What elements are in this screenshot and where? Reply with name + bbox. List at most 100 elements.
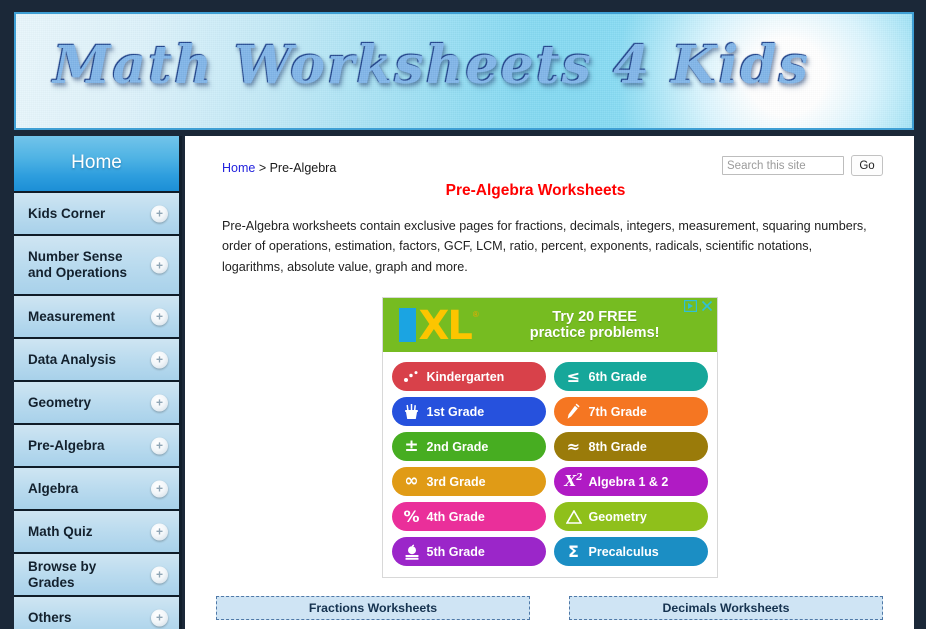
sidebar-item-geometry[interactable]: Geometry + xyxy=(14,382,179,425)
ad-grade-button-2nd-grade[interactable]: ±2nd Grade xyxy=(391,432,546,462)
breadcrumb: Home > Pre-Algebra xyxy=(222,161,336,175)
search-go-button[interactable]: Go xyxy=(851,155,883,176)
close-icon[interactable] xyxy=(700,299,715,313)
registered-trademark-icon: ® xyxy=(472,310,479,320)
worksheet-section-fractions-worksheets: Fractions WorksheetsIdentify, arrange, a… xyxy=(216,596,530,629)
expand-plus-icon[interactable]: + xyxy=(151,523,168,540)
site-header-banner: Math Worksheets 4 Kids xyxy=(14,12,914,130)
page-title: Pre-Algebra Worksheets xyxy=(445,182,626,199)
ad-grade-button-kindergarten[interactable]: Kindergarten xyxy=(391,362,546,392)
content-topbar: Home > Pre-Algebra Go xyxy=(185,136,914,182)
sidebar-item-label: Geometry xyxy=(28,394,92,410)
ad-grade-label: 3rd Grade xyxy=(426,474,486,489)
advertisement-block[interactable]: XL ® Try 20 FREE practice problems! Kind… xyxy=(381,297,718,579)
ad-grade-label: 5th Grade xyxy=(426,544,485,559)
sidebar-item-home[interactable]: Home xyxy=(14,136,179,193)
ad-grade-button-4th-grade[interactable]: % 4th Grade xyxy=(391,502,546,532)
worksheet-category-columns: Fractions WorksheetsIdentify, arrange, a… xyxy=(185,578,914,629)
percent-icon: % xyxy=(403,506,420,526)
apple-books-icon xyxy=(401,544,423,560)
sidebar-item-label: Browse by Grades xyxy=(28,558,97,590)
ad-grade-column-left: Kindergarten 1st Grade ±2nd Grade ∞ 3rd Grad… xyxy=(391,362,546,567)
ixl-letter-i xyxy=(398,308,416,343)
sidebar-item-browse-by-grades[interactable]: Browse by Grades + xyxy=(14,554,179,597)
sidebar-item-label: Number Sense and Operations xyxy=(28,249,128,280)
ad-grade-column-right: ≤6th Grade 7th Grade ≈8th Grade X2 Algebra 1… xyxy=(553,362,708,567)
dots-icon xyxy=(401,370,423,384)
expand-plus-icon[interactable]: + xyxy=(151,308,168,325)
ad-grade-button-precalculus[interactable]: Σ Precalculus xyxy=(553,537,708,567)
ad-grade-button-6th-grade[interactable]: ≤6th Grade xyxy=(553,362,708,392)
pencil-icon xyxy=(563,403,585,420)
ad-grade-button-5th-grade[interactable]: 5th Grade xyxy=(391,537,546,567)
breadcrumb-home-link[interactable]: Home xyxy=(222,161,255,175)
expand-plus-icon[interactable]: + xyxy=(151,609,168,626)
sidebar-item-label: Algebra xyxy=(28,480,79,496)
expand-plus-icon[interactable]: + xyxy=(151,437,168,454)
ixl-logo: XL ® xyxy=(398,303,479,350)
ad-grade-label: Geometry xyxy=(588,509,647,524)
ad-grade-label: 4th Grade xyxy=(426,509,485,524)
ad-tagline: Try 20 FREE practice problems! xyxy=(479,309,717,342)
breadcrumb-separator: > xyxy=(255,161,270,175)
ad-tagline-line2: practice problems! xyxy=(529,325,660,342)
expand-plus-icon[interactable]: + xyxy=(151,480,168,497)
section-header[interactable]: Fractions Worksheets xyxy=(216,596,530,621)
sidebar-navigation: Home Kids Corner + Number Sense and Operati… xyxy=(14,136,182,629)
sidebar-item-algebra[interactable]: Algebra + xyxy=(14,468,179,511)
site-search: Go xyxy=(722,155,883,176)
ad-grade-label: Kindergarten xyxy=(426,369,505,384)
sidebar-item-kids-corner[interactable]: Kids Corner + xyxy=(14,193,179,236)
ad-controls xyxy=(683,299,715,313)
sidebar-item-others[interactable]: Others + xyxy=(14,597,179,629)
plus-minus-icon: ± xyxy=(404,436,419,457)
infinity-icon: ∞ xyxy=(404,471,419,492)
sidebar-item-label: Kids Corner xyxy=(28,205,106,221)
ad-grade-button-1st-grade[interactable]: 1st Grade xyxy=(391,397,546,427)
ad-grade-button-geometry[interactable]: Geometry xyxy=(553,502,708,532)
search-input[interactable] xyxy=(722,156,844,175)
expand-plus-icon[interactable]: + xyxy=(151,394,168,411)
sidebar-item-label: Others xyxy=(28,609,72,625)
approximately-equal-icon: ≈ xyxy=(566,436,581,456)
sidebar-item-data-analysis[interactable]: Data Analysis + xyxy=(14,339,179,382)
ad-grade-button-7th-grade[interactable]: 7th Grade xyxy=(553,397,708,427)
ad-tagline-line1: Try 20 FREE xyxy=(552,308,637,325)
sigma-icon: Σ xyxy=(568,541,579,561)
ad-grade-label: Algebra 1 & 2 xyxy=(588,474,669,489)
ad-header: XL ® Try 20 FREE practice problems! xyxy=(382,298,717,353)
site-logo: Math Worksheets 4 Kids xyxy=(52,34,809,95)
main-content: Home > Pre-Algebra Go Pre-Algebra Worksh… xyxy=(185,136,914,629)
ad-grade-grid: Kindergarten 1st Grade ±2nd Grade ∞ 3rd Grad… xyxy=(382,352,717,578)
ad-grade-label: 2nd Grade xyxy=(426,439,489,454)
ad-grade-label: 1st Grade xyxy=(426,404,485,419)
triangle-icon xyxy=(563,509,585,524)
worksheet-section-decimals-worksheets: Decimals WorksheetsNumber names, orderin… xyxy=(569,596,883,629)
ad-grade-button-algebra-1-2[interactable]: X2 Algebra 1 & 2 xyxy=(553,467,708,497)
ad-grade-label: Precalculus xyxy=(588,544,659,559)
expand-plus-icon[interactable]: + xyxy=(151,256,168,274)
pencil-cup-icon xyxy=(401,403,423,420)
ad-grade-label: 6th Grade xyxy=(588,369,647,384)
section-header[interactable]: Decimals Worksheets xyxy=(569,596,883,621)
sidebar-item-label: Home xyxy=(71,152,122,174)
ad-grade-label: 8th Grade xyxy=(588,439,647,454)
sidebar-item-label: Pre-Algebra xyxy=(28,437,105,453)
sidebar-item-pre-algebra[interactable]: Pre-Algebra + xyxy=(14,425,179,468)
ad-grade-button-8th-grade[interactable]: ≈8th Grade xyxy=(553,432,708,462)
expand-plus-icon[interactable]: + xyxy=(151,205,168,222)
ad-grade-button-3rd-grade[interactable]: ∞ 3rd Grade xyxy=(391,467,546,497)
expand-plus-icon[interactable]: + xyxy=(151,566,168,583)
sidebar-item-label: Math Quiz xyxy=(28,523,93,539)
sidebar-item-label: Measurement xyxy=(28,308,116,324)
breadcrumb-current: Pre-Algebra xyxy=(269,161,337,175)
adchoices-triangle-icon[interactable] xyxy=(683,299,698,313)
sidebar-item-math-quiz[interactable]: Math Quiz + xyxy=(14,511,179,554)
expand-plus-icon[interactable]: + xyxy=(151,351,168,368)
sidebar-item-measurement[interactable]: Measurement + xyxy=(14,296,179,339)
page-intro-text: Pre-Algebra worksheets contain exclusive… xyxy=(222,219,867,274)
less-than-or-equal-icon: ≤ xyxy=(566,366,581,386)
ixl-letters-xl: XL xyxy=(418,303,473,350)
sidebar-item-number-sense-and-operations[interactable]: Number Sense and Operations + xyxy=(14,236,179,296)
x-squared-icon: X2 xyxy=(564,472,583,491)
